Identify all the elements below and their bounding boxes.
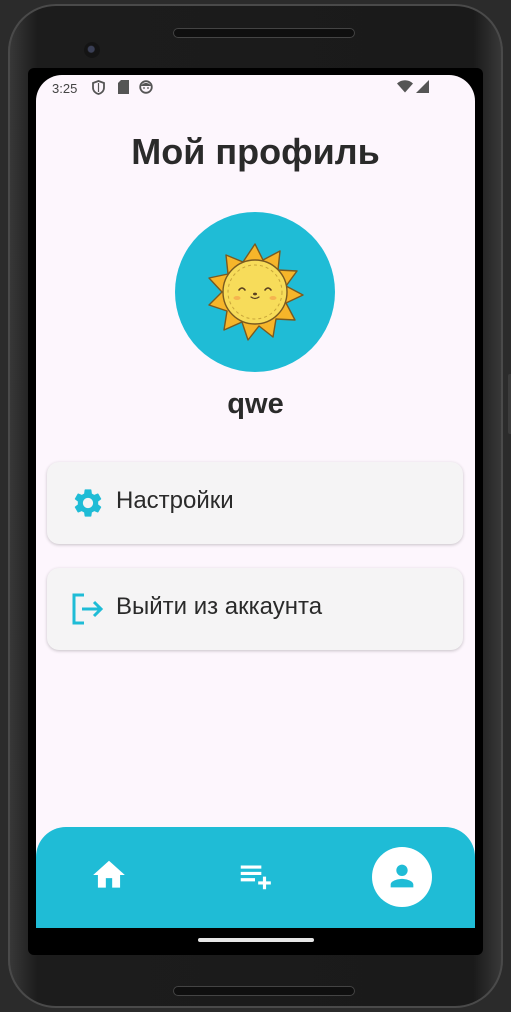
sd-card-icon (118, 80, 129, 97)
status-time: 3:25 (52, 81, 78, 96)
home-icon[interactable] (90, 856, 128, 894)
bottom-navigation (36, 827, 475, 928)
avatar (175, 212, 335, 372)
wifi-icon (397, 80, 413, 96)
logout-button[interactable]: Выйти из аккаунта (47, 568, 463, 650)
settings-label: Настройки (116, 487, 234, 514)
home-indicator[interactable] (198, 938, 314, 942)
username: qwe (227, 388, 284, 420)
profile-button[interactable] (372, 847, 432, 907)
logout-label: Выйти из аккаунта (116, 593, 323, 620)
face-icon (139, 80, 153, 97)
status-bar: 3:25 (36, 75, 475, 101)
sun-icon (208, 243, 304, 341)
front-camera (84, 42, 100, 58)
app-screen: 3:25 Мой профиль qwe Настройки Выйти из … (36, 75, 475, 928)
top-speaker (173, 28, 355, 38)
gear-icon (71, 486, 105, 520)
shield-icon (92, 80, 105, 98)
page-title: Мой профиль (131, 131, 380, 172)
cellular-icon (416, 80, 429, 96)
settings-button[interactable]: Настройки (47, 462, 463, 544)
logout-icon (71, 592, 105, 626)
bottom-speaker (173, 986, 355, 996)
profile-icon (390, 864, 414, 888)
playlist-add-icon[interactable] (235, 856, 275, 894)
